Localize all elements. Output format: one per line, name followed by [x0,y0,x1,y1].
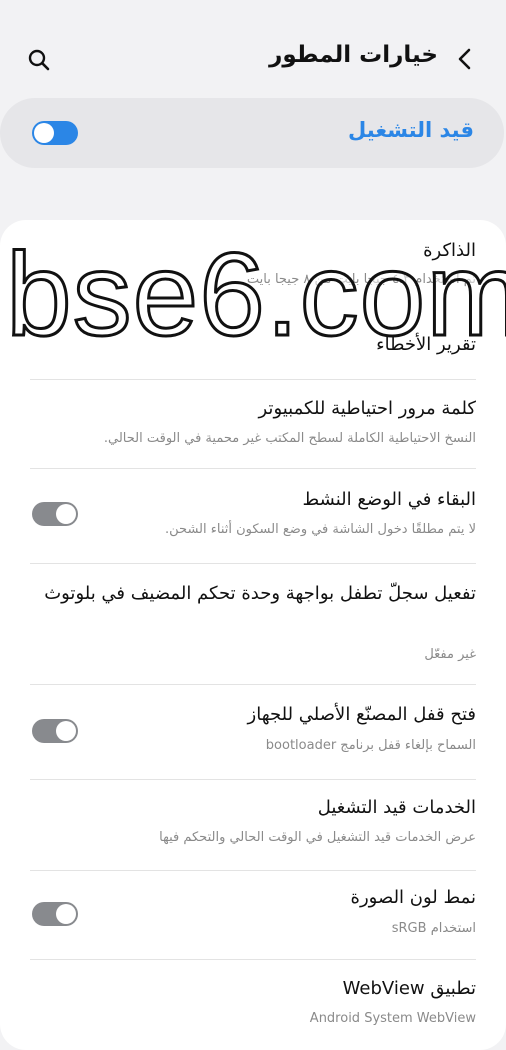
item-title: الخدمات قيد التشغيل [317,797,476,818]
item-subtitle: استخدام sRGB [391,921,476,936]
item-subtitle: النسخ الاحتياطية الكاملة لسطح المكتب غير… [103,431,476,446]
item-title: الذاكرة [423,240,476,261]
list-item-bluetooth-hci-snoop-log[interactable]: تفعيل سجلّ تطفل بواجهة وحدة تحكم المضيف … [0,564,506,684]
item-subtitle: السماح بإلغاء قفل برنامج bootloader [265,738,476,753]
item-title: نمط لون الصورة [350,887,476,908]
list-item-oem-unlock[interactable]: فتح قفل المصنّع الأصلي للجهاز السماح بإل… [0,685,506,779]
list-item-desktop-backup-password[interactable]: كلمة مرور احتياطية للكمبيوتر النسخ الاحت… [0,380,506,468]
list-item-memory[interactable]: الذاكرة تم استخدام ٤.٣ جيجا بايت من ٨ جي… [0,220,506,287]
picture-color-mode-toggle[interactable] [32,902,78,926]
item-title: تطبيق WebView [342,978,476,999]
item-title: كلمة مرور احتياطية للكمبيوتر [258,398,477,419]
master-switch-label: قيد التشغيل [348,118,474,142]
toggle-knob [56,721,76,741]
settings-list: الذاكرة تم استخدام ٤.٣ جيجا بايت من ٨ جي… [0,220,506,1050]
oem-unlock-toggle[interactable] [32,719,78,743]
item-subtitle: غير مفعّل [424,647,476,662]
item-title: البقاء في الوضع النشط [302,489,476,510]
master-switch-card[interactable]: قيد التشغيل [0,98,504,168]
list-item-picture-color-mode[interactable]: نمط لون الصورة استخدام sRGB [0,871,506,959]
app-bar: خيارات المطور [0,0,506,100]
list-item-stay-awake[interactable]: البقاء في الوضع النشط لا يتم مطلقًا دخول… [0,469,506,563]
item-title: تقرير الأخطاء [376,334,476,355]
toggle-knob [56,904,76,924]
list-item-bug-report[interactable]: تقرير الأخطاء [0,320,506,378]
chevron-left-icon[interactable] [452,46,478,72]
item-title: فتح قفل المصنّع الأصلي للجهاز [247,704,476,725]
list-item-webview-implementation[interactable]: تطبيق WebView Android System WebView [0,960,506,1050]
search-icon[interactable] [26,47,52,73]
item-subtitle: لا يتم مطلقًا دخول الشاشة في وضع السكون … [165,522,476,537]
item-subtitle: عرض الخدمات قيد التشغيل في الوقت الحالي … [159,830,476,845]
list-item-running-services[interactable]: الخدمات قيد التشغيل عرض الخدمات قيد التش… [0,780,506,870]
page-title: خيارات المطور [269,42,438,68]
item-subtitle: تم استخدام ٤.٣ جيجا بايت من ٨ جيجا بايت [246,272,476,287]
toggle-knob [56,504,76,524]
master-switch-toggle[interactable] [32,121,78,145]
stay-awake-toggle[interactable] [32,502,78,526]
toggle-knob [34,123,54,143]
item-title: تفعيل سجلّ تطفل بواجهة وحدة تحكم المضيف … [44,583,476,604]
